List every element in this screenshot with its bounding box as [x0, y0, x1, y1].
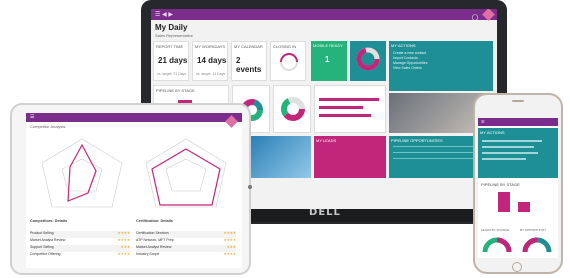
left-table: Product Selling ★★★★ Market Analyst Revi… — [30, 231, 130, 259]
action-item[interactable]: Create a new contact — [393, 51, 426, 55]
card-label: PIPELINE BY STAGE — [156, 88, 195, 93]
table-row[interactable]: Product Selling ★★★★ — [30, 231, 130, 238]
rating-stars: ★★★★ — [117, 231, 130, 235]
action-line — [482, 158, 526, 160]
rating-stars: ★★★ — [226, 245, 236, 249]
card-label: REPORT TIME — [156, 44, 184, 49]
action-line — [482, 146, 534, 148]
nav-icons[interactable]: ☰ ◀ ▶ — [155, 11, 173, 18]
tablet-title: Competitor Analysis — [30, 124, 66, 129]
rating-stars: ★★★★ — [223, 252, 236, 256]
laptop-topbar: ☰ ◀ ▶ ◯ — [151, 9, 497, 21]
half-donut-left — [482, 237, 512, 253]
user-area[interactable]: ◯ — [472, 9, 495, 21]
table-row[interactable]: Industry Scope ★★★★ — [136, 252, 236, 259]
row-label: Competitor Offering — [30, 252, 61, 256]
opportunity-title: BY OPPORTUNITY — [520, 228, 547, 232]
card-label: CLOSING IN — [273, 44, 297, 49]
phone-speaker — [512, 100, 524, 102]
tablet-home-button — [248, 185, 252, 189]
table-row[interactable]: ATP Network, MFT Prep ★★★★ — [136, 238, 236, 245]
card-label: MY ACTIONS — [391, 43, 416, 48]
office-photo — [251, 136, 311, 178]
table-row[interactable]: Certification Services ★★★★ — [136, 231, 236, 238]
card-label: MY LEADS — [316, 138, 337, 143]
pipeline-section-title: PIPELINE BY STAGE — [481, 182, 520, 187]
card-label: MY CALENDAR — [234, 44, 263, 49]
donut-chart-icon — [356, 47, 380, 71]
action-line — [482, 140, 542, 142]
phone-topbar: ☰ — [478, 118, 558, 126]
left-section-title: Competitors: Details — [30, 219, 68, 223]
card-value: 2 events — [236, 56, 262, 74]
rating-stars: ★★★★ — [117, 252, 130, 256]
radar-chart-left — [41, 138, 123, 208]
row-label: Product Selling — [30, 231, 54, 235]
leads-by-source-title: LEADS BY SOURCE — [481, 228, 510, 232]
rating-stars: ★★★ — [120, 245, 130, 249]
gauge-icon — [280, 53, 298, 71]
calendar-card[interactable]: MY CALENDAR 2 events — [231, 41, 267, 81]
bar-row — [319, 98, 379, 101]
table-row[interactable]: Competitor Offering ★★★★ — [30, 252, 130, 259]
menu-icon[interactable]: ☰ — [481, 119, 485, 124]
closing-card[interactable]: CLOSING IN — [270, 41, 306, 81]
brand-logo-icon — [482, 9, 495, 21]
card-label: PIPELINE OPPORTUNITIES — [391, 138, 443, 143]
right-section-title: Certification: Details — [136, 219, 173, 223]
table-row[interactable]: Market Analyst Review ★★★★ — [30, 238, 130, 245]
brand-logo-icon — [223, 113, 238, 131]
bar-row — [319, 106, 363, 109]
card-note: vs. target: 21 Days — [157, 72, 187, 76]
row-label: Market Analyst Review — [136, 245, 172, 249]
right-table: Certification Services ★★★★ ATP Network,… — [136, 231, 236, 259]
phone-actions-card[interactable]: MY ACTIONS — [478, 128, 558, 178]
tablet-screen: ☰ Competitor Analysis Competitors: Detai… — [26, 113, 242, 268]
rating-stars: ★★★★ — [223, 238, 236, 242]
card-label: MOBILE READY — [313, 43, 344, 48]
page-subtitle: Sales Representative — [155, 33, 194, 38]
card-label: MY WORKDAYS — [195, 44, 226, 49]
card-label: MY ACTIONS — [480, 130, 505, 135]
action-item[interactable]: View Sales Orders — [393, 66, 422, 70]
half-donut-right — [522, 237, 552, 253]
menu-icon[interactable]: ☰ — [30, 114, 34, 120]
card-value: 21 days — [158, 56, 188, 65]
card-value: 1 — [325, 55, 330, 64]
page-title: My Daily — [155, 23, 188, 32]
card-value: 14 days — [197, 56, 227, 65]
radar-chart-right — [145, 138, 227, 208]
table-row[interactable]: Support Selling ★★★ — [30, 245, 130, 252]
row-label: Market Analyst Review — [30, 238, 66, 242]
pipeline-bar — [518, 202, 530, 212]
donut-card-2[interactable] — [273, 85, 311, 133]
rating-stars: ★★★★ — [223, 231, 236, 235]
bar-row — [319, 114, 371, 117]
workdays-card[interactable]: MY WORKDAYS 14 days vs. target: 14 Days — [192, 41, 228, 81]
phone-screen: ☰ MY ACTIONS PIPELINE BY STAGE LEADS BY … — [478, 118, 558, 258]
tablet-topbar: ☰ — [26, 113, 242, 128]
card-note: vs. target: 14 Days — [196, 72, 226, 76]
pipeline-bar — [498, 192, 510, 212]
row-label: ATP Network, MFT Prep — [136, 238, 174, 242]
phone-home-button[interactable] — [512, 262, 522, 272]
row-label: Certification Services — [136, 231, 169, 235]
green-kpi-card[interactable]: MOBILE READY 1 — [311, 41, 347, 81]
action-item[interactable]: Import Contacts — [393, 56, 418, 60]
table-row[interactable]: Market Analyst Review ★★★ — [136, 245, 236, 252]
bar-list-card[interactable] — [314, 85, 386, 133]
my-leads-card[interactable]: MY LEADS — [314, 136, 386, 178]
row-label: Support Selling — [30, 245, 54, 249]
action-item[interactable]: Manage Opportunities — [393, 61, 427, 65]
donut-chart-icon — [281, 97, 305, 121]
row-label: Industry Scope — [136, 252, 160, 256]
teal-kpi-card[interactable] — [350, 41, 386, 81]
my-actions-card[interactable]: MY ACTIONS Create a new contact Import C… — [389, 41, 493, 91]
action-line — [482, 152, 538, 154]
rating-stars: ★★★★ — [117, 238, 130, 242]
report-time-card[interactable]: REPORT TIME 21 days vs. target: 21 Days — [153, 41, 189, 81]
